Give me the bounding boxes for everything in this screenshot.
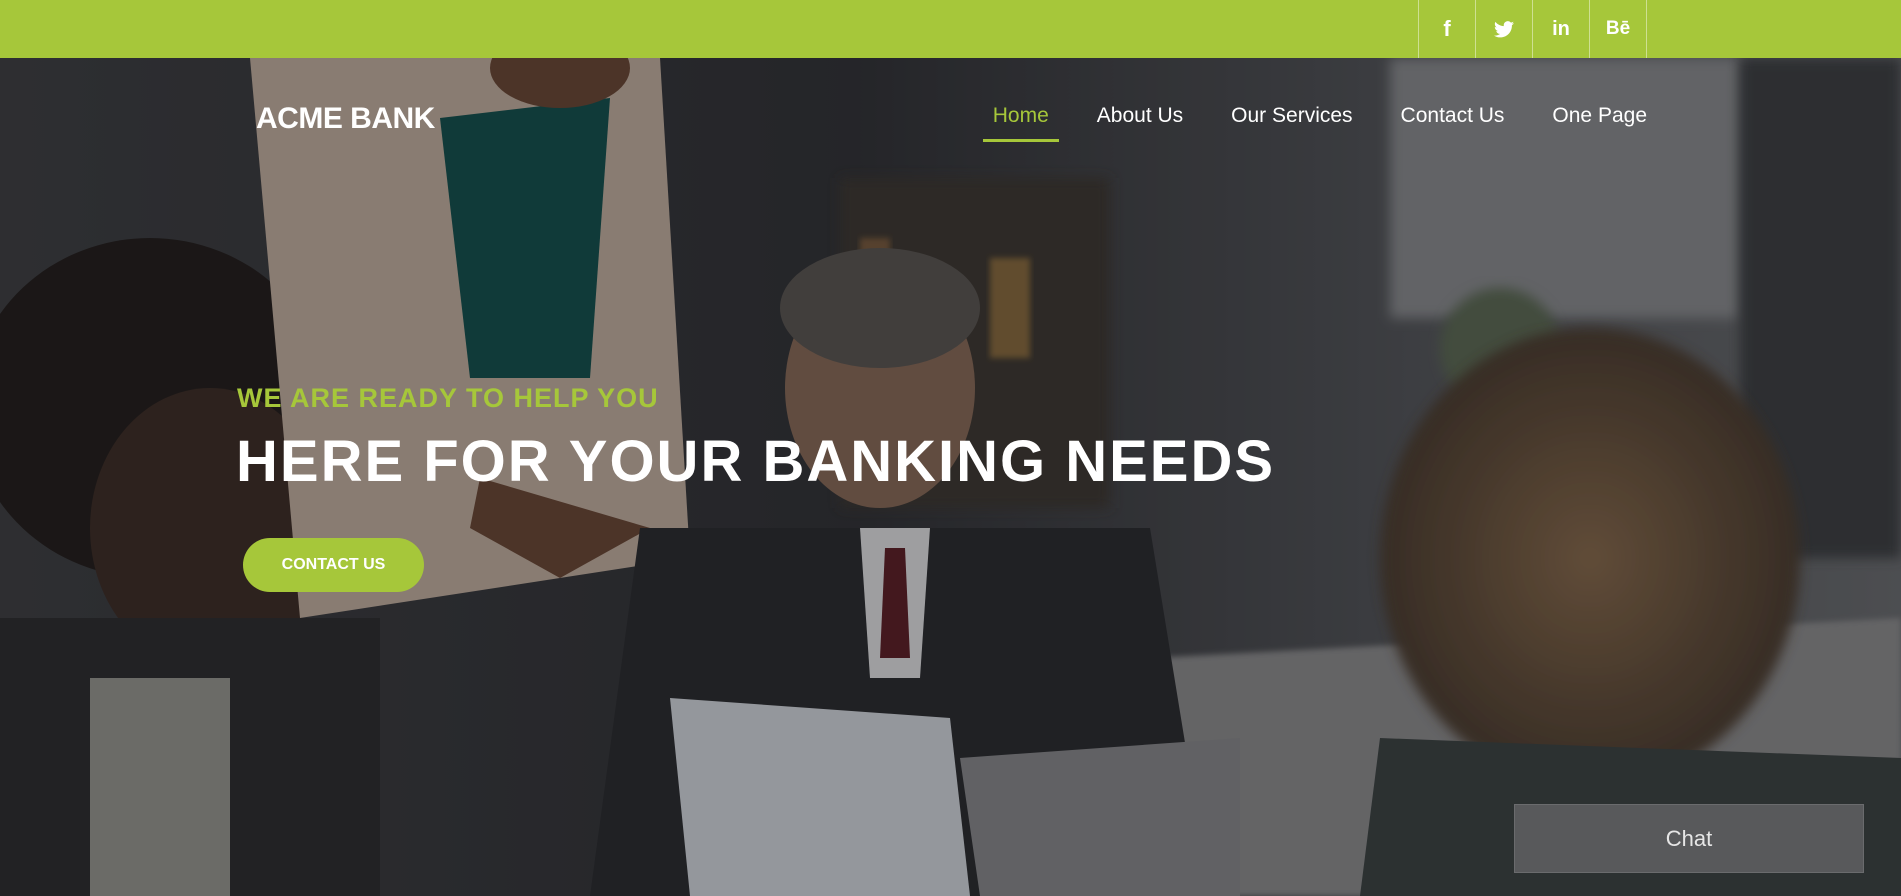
twitter-icon — [1494, 20, 1514, 38]
linkedin-link[interactable]: in — [1533, 0, 1590, 58]
behance-link[interactable]: Bē — [1590, 0, 1647, 58]
nav-item-about-us[interactable]: About Us — [1073, 104, 1207, 142]
behance-icon: Bē — [1605, 18, 1631, 39]
hero-tagline: WE ARE READY TO HELP YOU — [237, 383, 659, 413]
nav-item-one-page[interactable]: One Page — [1528, 104, 1647, 142]
nav-item-our-services[interactable]: Our Services — [1207, 104, 1376, 142]
main-nav: Home About Us Our Services Contact Us On… — [969, 104, 1647, 142]
nav-item-home[interactable]: Home — [969, 104, 1073, 142]
nav-item-contact-us[interactable]: Contact Us — [1377, 104, 1529, 142]
twitter-link[interactable] — [1476, 0, 1533, 58]
contact-us-button[interactable]: CONTACT US — [243, 538, 424, 592]
chat-button[interactable]: Chat — [1514, 804, 1864, 873]
facebook-link[interactable]: f — [1419, 0, 1476, 58]
site-logo[interactable]: ACME BANK — [256, 102, 435, 136]
hero-headline: HERE FOR YOUR BANKING NEEDS — [236, 429, 1276, 494]
hero-section: ACME BANK Home About Us Our Services Con… — [0, 58, 1901, 896]
facebook-icon: f — [1443, 16, 1451, 41]
linkedin-icon: in — [1552, 17, 1570, 40]
top-bar: f in Bē — [0, 0, 1901, 58]
social-links: f in Bē — [1418, 0, 1647, 58]
